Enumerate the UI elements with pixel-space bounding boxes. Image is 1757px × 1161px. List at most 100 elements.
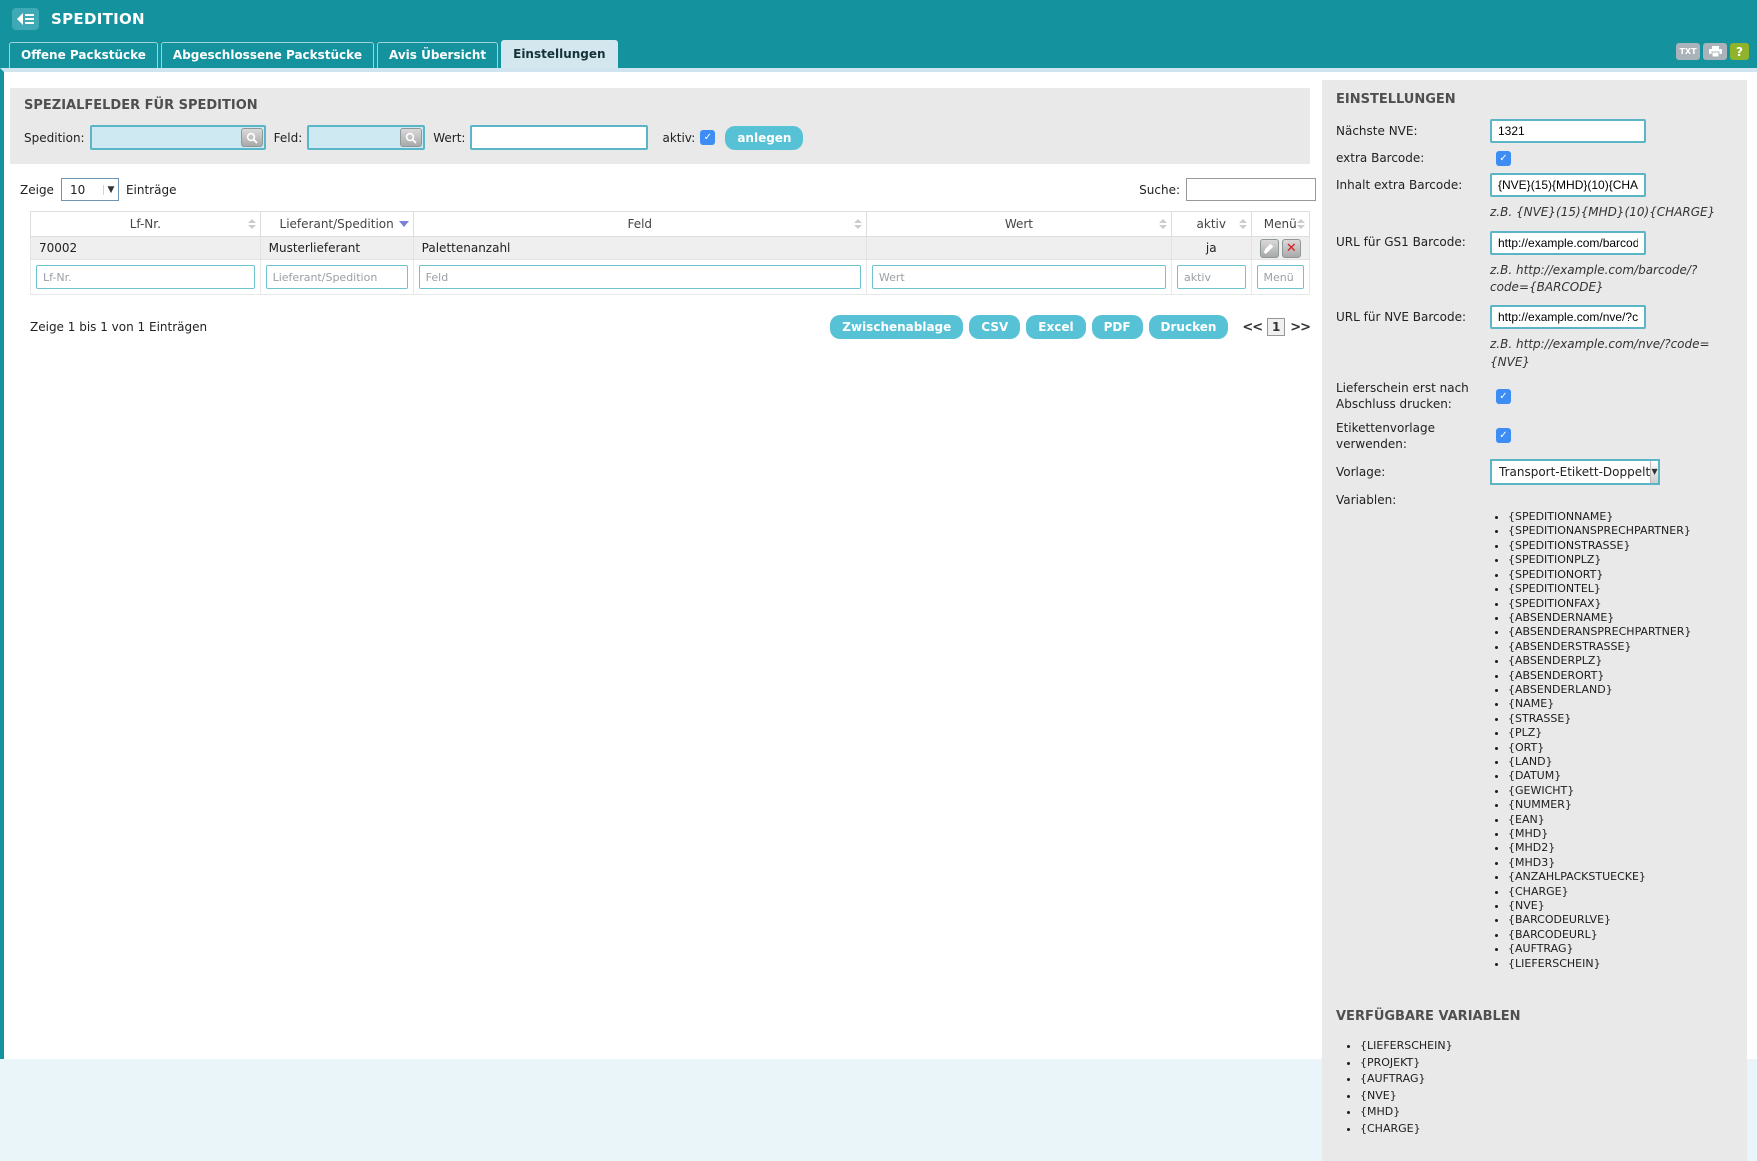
col-header-aktiv[interactable]: aktiv	[1172, 212, 1252, 237]
url-gs1-input[interactable]	[1490, 231, 1646, 255]
txt-export-icon[interactable]: TXT	[1676, 43, 1700, 60]
variable-item: {BARCODEURLVE}	[1508, 913, 1737, 927]
col-header-lf-nr[interactable]: Lf-Nr.	[31, 212, 261, 237]
drucken-button[interactable]: Drucken	[1149, 315, 1229, 339]
page-size-select[interactable]: 10 ▼	[61, 178, 119, 201]
tab-avis-uebersicht[interactable]: Avis Übersicht	[377, 42, 498, 68]
prev-page-button[interactable]: <<	[1242, 320, 1262, 335]
zwischenablage-button[interactable]: Zwischenablage	[830, 315, 963, 339]
einstellungen-heading: EINSTELLUNGEN	[1336, 92, 1737, 107]
delete-row-button[interactable]: ✕	[1282, 239, 1301, 258]
cell-lieferant: Musterlieferant	[260, 237, 413, 260]
current-page-button[interactable]: 1	[1267, 318, 1285, 336]
vorlage-value: Transport-Etikett-Doppelt	[1492, 465, 1650, 479]
aktiv-checkbox[interactable]	[700, 130, 715, 145]
variable-item: {ABSENDERNAME}	[1508, 611, 1737, 625]
variable-item: {PROJEKT}	[1360, 1055, 1737, 1072]
extra-barcode-checkbox[interactable]	[1496, 151, 1511, 166]
wert-input[interactable]	[470, 125, 648, 150]
variable-item: {SPEDITIONORT}	[1508, 568, 1737, 582]
inhalt-extra-barcode-hint: z.B. {NVE}(15){MHD}(10){CHARGE}	[1490, 204, 1730, 221]
content-area: SPEZIALFELDER FÜR SPEDITION Spedition: F…	[0, 68, 1757, 1059]
variable-item: {SPEDITIONSTRASSE}	[1508, 539, 1737, 553]
tab-abgeschlossene-packstuecke[interactable]: Abgeschlossene Packstücke	[161, 42, 374, 68]
sort-desc-icon[interactable]	[399, 221, 409, 227]
edit-row-button[interactable]	[1260, 239, 1279, 258]
sort-icons[interactable]	[854, 219, 862, 229]
eintraege-label: Einträge	[126, 183, 177, 197]
spedition-label: Spedition:	[24, 131, 85, 145]
page-size-value: 10	[62, 183, 103, 197]
help-icon[interactable]: ?	[1730, 43, 1749, 60]
variable-item: {CHARGE}	[1360, 1121, 1737, 1138]
lieferschein-label: Lieferschein erst nach Abschluss drucken…	[1336, 380, 1490, 412]
feld-lookup	[307, 125, 425, 150]
naechste-nve-label: Nächste NVE:	[1336, 123, 1490, 139]
variable-item: {ABSENDERANSPRECHPARTNER}	[1508, 625, 1737, 639]
export-buttons: Zwischenablage CSV Excel PDF Drucken	[830, 315, 1228, 339]
variable-item: {LAND}	[1508, 755, 1737, 769]
filter-feld-input[interactable]	[419, 265, 861, 289]
page-title: SPEDITION	[51, 10, 145, 28]
sort-icons[interactable]	[1239, 219, 1247, 229]
pdf-button[interactable]: PDF	[1092, 315, 1143, 339]
col-header-feld[interactable]: Feld	[413, 212, 866, 237]
csv-button[interactable]: CSV	[969, 315, 1020, 339]
filter-menue-input[interactable]	[1257, 265, 1304, 289]
vorlage-label: Vorlage:	[1336, 464, 1490, 480]
spedition-lookup	[90, 125, 266, 150]
variable-item: {LIEFERSCHEIN}	[1508, 957, 1737, 971]
spedition-input[interactable]	[90, 125, 266, 150]
feld-search-button[interactable]	[400, 128, 422, 147]
lieferschein-checkbox[interactable]	[1496, 389, 1511, 404]
table-controls: Zeige 10 ▼ Einträge Suche:	[20, 178, 1316, 201]
collapse-sidebar-button[interactable]	[12, 8, 39, 30]
url-nve-input[interactable]	[1490, 305, 1646, 329]
variable-item: {ANZAHLPACKSTUECKE}	[1508, 870, 1737, 884]
naechste-nve-input[interactable]	[1490, 119, 1646, 143]
variable-item: {SPEDITIONFAX}	[1508, 597, 1737, 611]
next-page-button[interactable]: >>	[1290, 320, 1310, 335]
spedition-search-button[interactable]	[241, 128, 263, 147]
url-gs1-label: URL für GS1 Barcode:	[1336, 234, 1490, 250]
toolbar-icons: TXT ?	[1676, 43, 1749, 60]
sort-icons[interactable]	[1159, 219, 1167, 229]
col-header-lieferant[interactable]: Lieferant/Spedition	[260, 212, 413, 237]
wert-label: Wert:	[433, 131, 465, 145]
filter-lieferant-input[interactable]	[266, 265, 408, 289]
filter-lf-nr-input[interactable]	[36, 265, 255, 289]
printer-icon[interactable]	[1703, 43, 1727, 60]
col-header-menue[interactable]: Menü	[1251, 212, 1309, 237]
table-row[interactable]: 70002 Musterlieferant Palettenanzahl ja	[31, 237, 1310, 260]
variable-item: {ABSENDERORT}	[1508, 669, 1737, 683]
suche-label: Suche:	[1139, 183, 1180, 197]
filter-wert-input[interactable]	[872, 265, 1166, 289]
etikettenvorlage-label: Etikettenvorlage verwenden:	[1336, 420, 1490, 452]
cell-wert	[866, 237, 1171, 260]
variable-item: {NUMMER}	[1508, 798, 1737, 812]
sort-icons[interactable]	[248, 219, 256, 229]
chevron-down-icon: ▼	[1650, 461, 1658, 483]
filter-aktiv-input[interactable]	[1177, 265, 1246, 289]
main-column: SPEZIALFELDER FÜR SPEDITION Spedition: F…	[10, 88, 1316, 339]
vorlage-select[interactable]: Transport-Etikett-Doppelt ▼	[1490, 459, 1660, 485]
inhalt-extra-barcode-input[interactable]	[1490, 173, 1646, 197]
tab-offene-packstuecke[interactable]: Offene Packstücke	[9, 42, 158, 68]
excel-button[interactable]: Excel	[1026, 315, 1085, 339]
variable-item: {NVE}	[1360, 1088, 1737, 1105]
verfuegbare-variablen-heading: VERFÜGBARE VARIABLEN	[1336, 1009, 1737, 1024]
variable-item: {MHD}	[1360, 1104, 1737, 1121]
table-footer: Zeige 1 bis 1 von 1 Einträgen Zwischenab…	[30, 315, 1310, 339]
table-search-input[interactable]	[1186, 178, 1316, 201]
anlegen-button[interactable]: anlegen	[725, 126, 803, 150]
col-header-wert[interactable]: Wert	[866, 212, 1171, 237]
spezialfelder-form: Spedition: Feld:	[24, 125, 1296, 150]
variable-item: {SPEDITIONPLZ}	[1508, 553, 1737, 567]
table-filter-row	[31, 260, 1310, 295]
spezialfelder-table: Lf-Nr. Lieferant/Spedition Feld Wert akt…	[30, 211, 1310, 295]
variable-item: {LIEFERSCHEIN}	[1360, 1038, 1737, 1055]
etikettenvorlage-checkbox[interactable]	[1496, 428, 1511, 443]
sort-icons[interactable]	[1297, 219, 1305, 229]
tab-einstellungen[interactable]: Einstellungen	[501, 40, 617, 68]
variable-item: {MHD3}	[1508, 856, 1737, 870]
